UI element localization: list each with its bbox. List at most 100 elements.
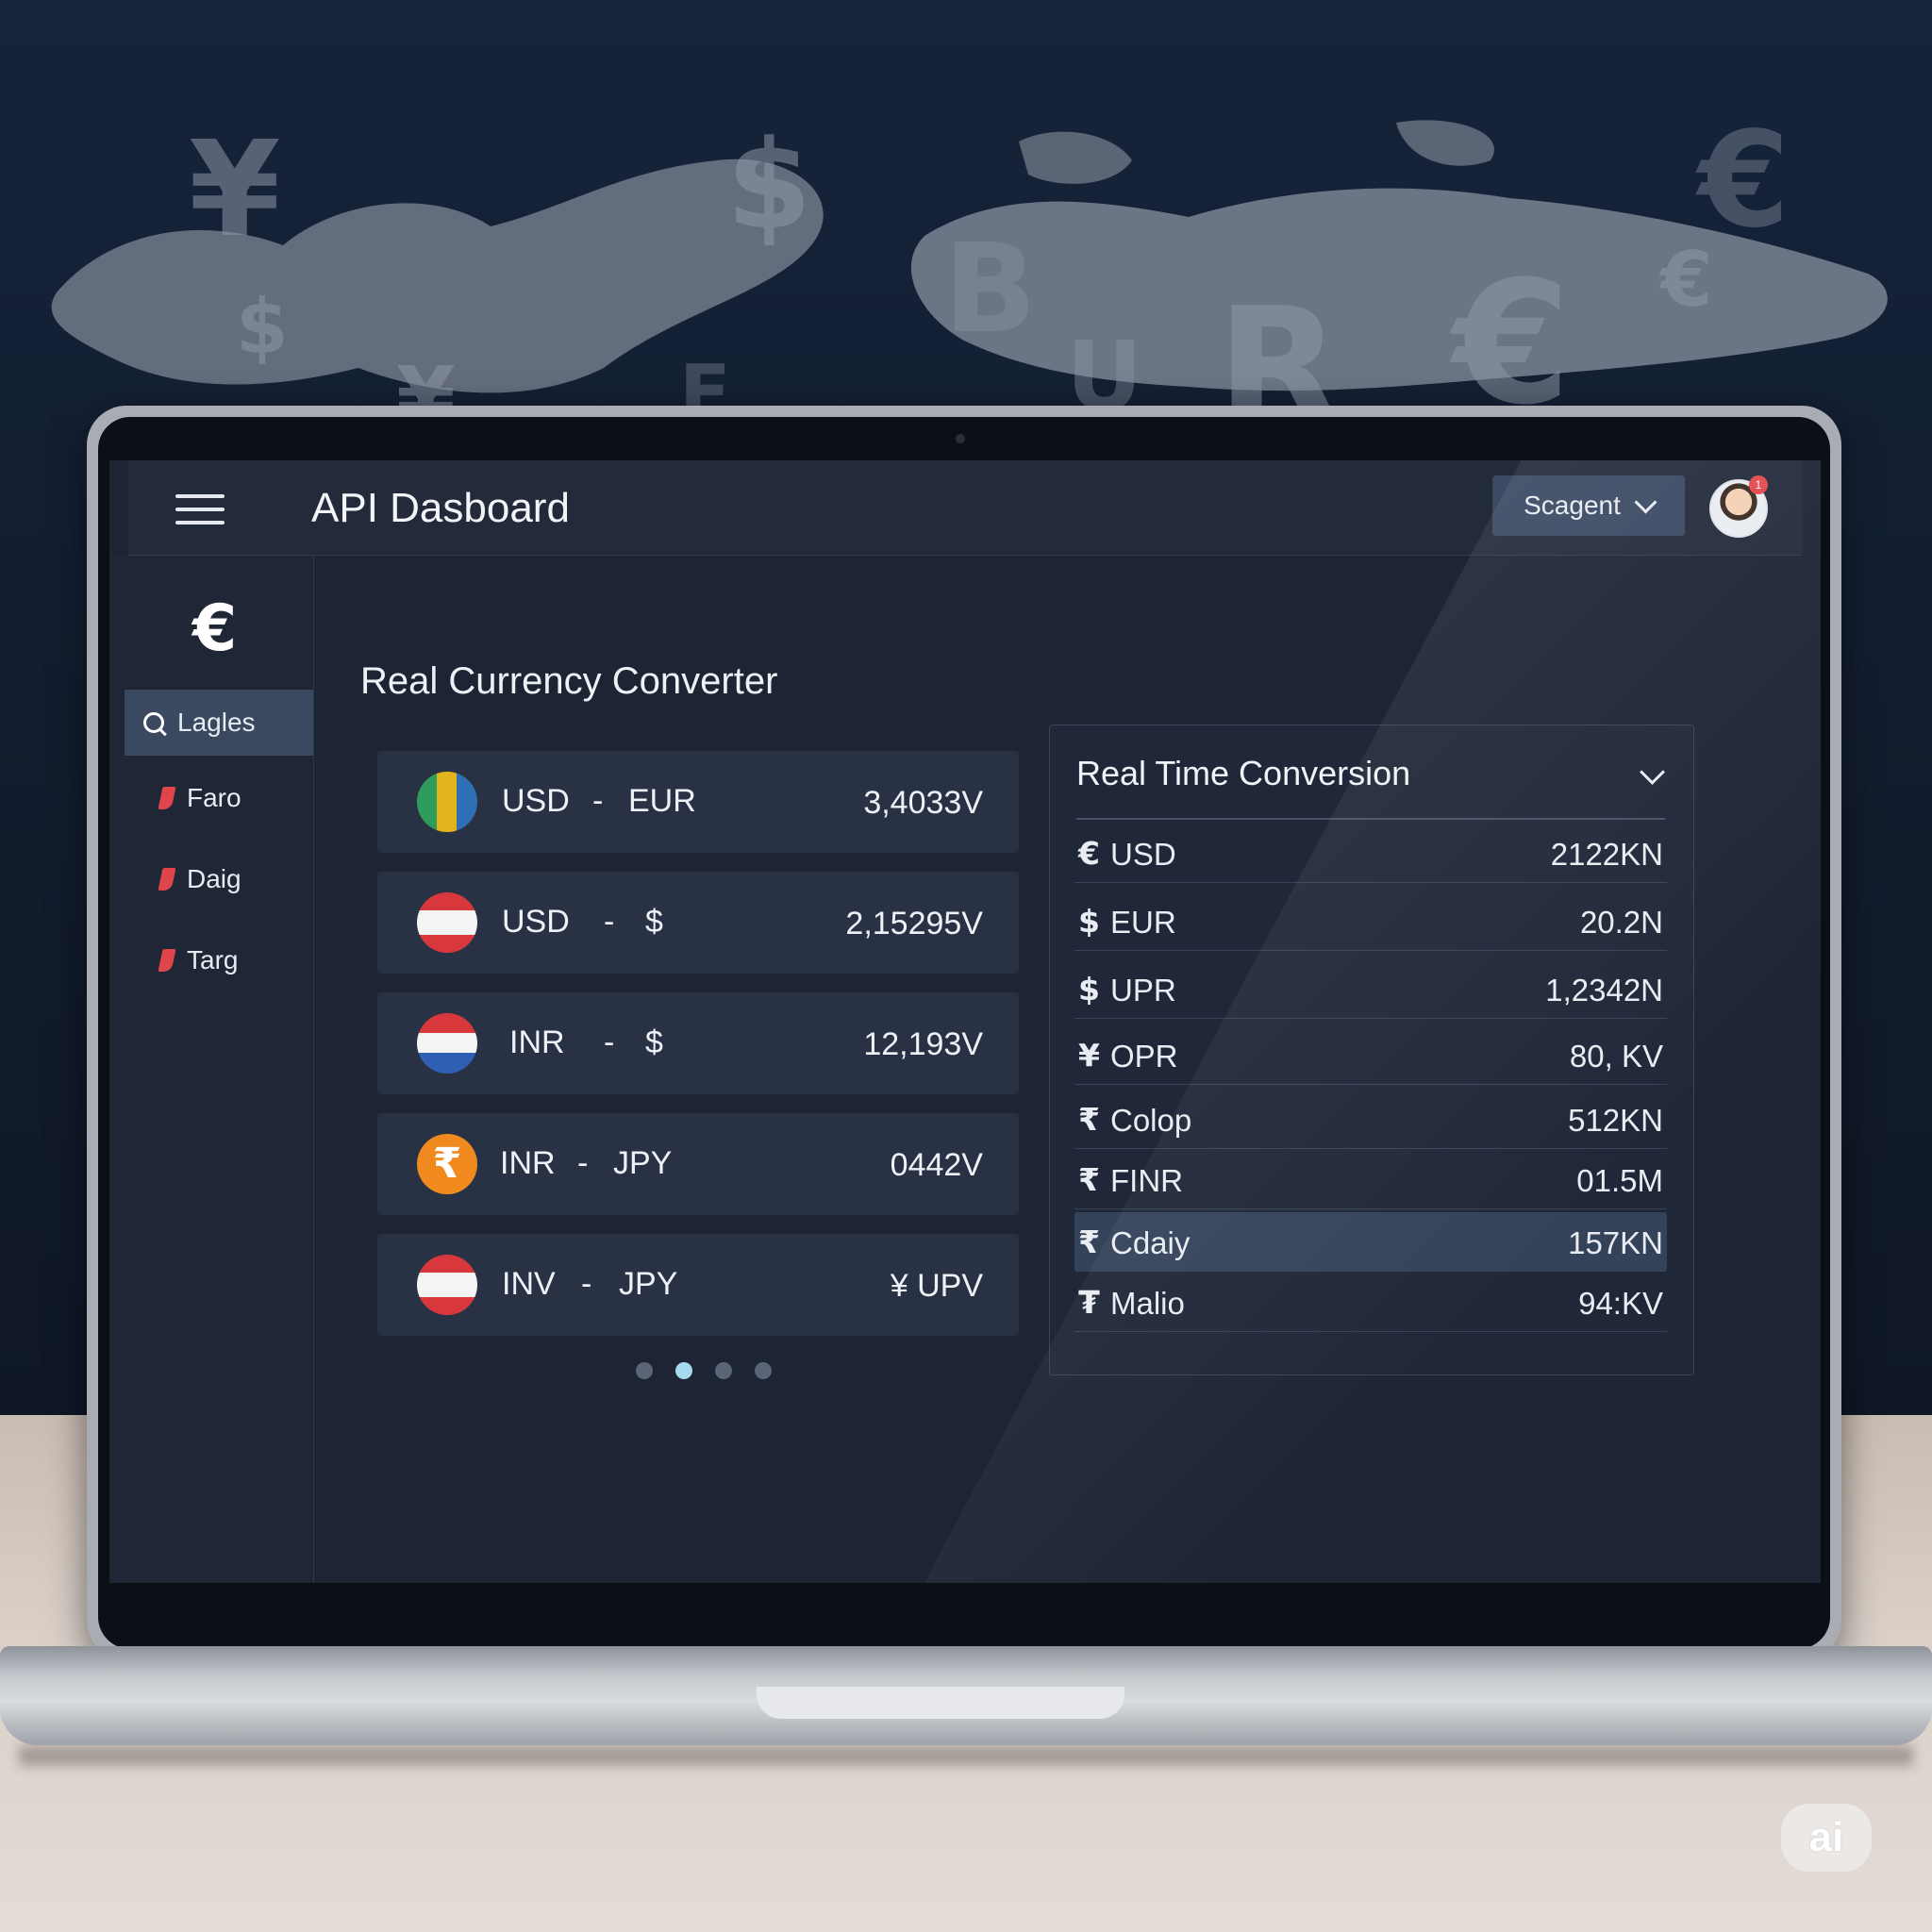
currency-name: USD [1110, 837, 1176, 872]
conversion-row[interactable]: ₹ Colop 512KN [1074, 1090, 1667, 1149]
conversion-row-highlighted[interactable]: ₹ Cdaiy 157KN [1074, 1212, 1667, 1272]
sidebar: € Lagles Faro Daig Targ [109, 556, 314, 1583]
pagination-dot[interactable] [755, 1362, 772, 1379]
realtime-conversion-panel: Real Time Conversion € USD 2122KN $ EUR … [1049, 724, 1694, 1375]
pair-from: USD [502, 783, 570, 819]
currency-symbol-icon: ¥ [1078, 1037, 1100, 1074]
currency-pair-card[interactable]: USD - EUR 3,4033V [377, 751, 1019, 853]
currency-value: 2122KN [1550, 837, 1663, 872]
bookmark-icon [158, 949, 176, 972]
chevron-down-icon[interactable] [1640, 759, 1665, 785]
pair-from: INV [502, 1266, 556, 1302]
currency-symbol-icon: ₹ [1078, 1224, 1100, 1260]
currency-symbol-icon: ₹ [1078, 1101, 1100, 1138]
pair-separator: - [577, 1145, 589, 1181]
currency-value: 80, KV [1569, 1039, 1663, 1074]
currency-name: Colop [1110, 1103, 1192, 1138]
app-title: API Dasboard [311, 485, 570, 531]
bg-currency-glyph: ¥ [189, 113, 281, 267]
bookmark-icon [158, 868, 176, 891]
bg-currency-glyph: $ [726, 113, 812, 257]
chevron-down-icon [1634, 490, 1657, 514]
search-icon [143, 712, 164, 733]
sidebar-item-faro[interactable]: Faro [125, 765, 313, 831]
pair-rate: 0442V [890, 1147, 983, 1183]
currency-name: Malio [1110, 1286, 1185, 1321]
top-bar: API Dasboard Scagent 1 [128, 460, 1802, 556]
pair-to: JPY [613, 1145, 673, 1181]
currency-pair-card[interactable]: USD - $ 2,15295V [377, 872, 1019, 974]
pagination-dot-active[interactable] [675, 1362, 692, 1379]
bg-currency-glyph: B [943, 217, 1038, 360]
pair-separator: - [581, 1266, 592, 1302]
currency-pair-card[interactable]: INV - JPY ¥ UPV [377, 1234, 1019, 1336]
pair-to: $ [645, 904, 663, 940]
currency-value: 1,2342N [1545, 973, 1663, 1008]
flag-icon [417, 1255, 477, 1315]
panel-title: Real Time Conversion [1076, 754, 1411, 792]
currency-symbol-icon: € [1078, 835, 1100, 872]
currency-name: OPR [1110, 1039, 1178, 1074]
bg-currency-glyph: $ [236, 283, 289, 371]
laptop-notch [757, 1687, 1124, 1719]
currency-name: UPR [1110, 973, 1176, 1008]
currency-symbol-icon: ₹ [1078, 1161, 1100, 1198]
pagination-dots [636, 1362, 772, 1379]
rupee-icon: ₹ [417, 1134, 477, 1194]
pair-from: INR [509, 1024, 565, 1060]
pair-separator: - [604, 1024, 615, 1060]
pair-rate: 3,4033V [863, 785, 983, 821]
euro-logo-icon: € [192, 591, 238, 666]
conversion-row[interactable]: € USD 2122KN [1074, 824, 1667, 883]
pair-to: EUR [628, 783, 696, 819]
currency-symbol-icon: $ [1078, 971, 1100, 1008]
pair-to: JPY [619, 1266, 678, 1302]
bg-currency-glyph: € [1660, 236, 1713, 324]
pair-separator: - [592, 783, 604, 819]
conversion-row[interactable]: ¥ OPR 80, KV [1074, 1025, 1667, 1085]
environment-select-label: Scagent [1524, 491, 1621, 520]
pair-from: INR [500, 1145, 556, 1181]
ai-watermark: ai [1781, 1804, 1872, 1872]
currency-symbol-icon: $ [1078, 903, 1100, 940]
currency-value: 94:KV [1578, 1286, 1663, 1321]
sidebar-item-daig[interactable]: Daig [125, 846, 313, 912]
notification-badge: 1 [1749, 475, 1768, 494]
currency-value: 01.5M [1576, 1163, 1663, 1198]
conversion-row[interactable]: $ EUR 20.2N [1074, 891, 1667, 951]
currency-value: 20.2N [1579, 905, 1663, 940]
app-screen: API Dasboard Scagent 1 € Lagles Faro Dai… [109, 460, 1821, 1583]
bookmark-icon [158, 787, 176, 809]
pagination-dot[interactable] [636, 1362, 653, 1379]
pair-separator: - [604, 904, 615, 940]
currency-name: FINR [1110, 1163, 1183, 1198]
sidebar-item-label: Targ [187, 945, 239, 974]
webcam [956, 434, 965, 443]
currency-pair-card[interactable]: INR - $ 12,193V [377, 992, 1019, 1094]
currency-value: 157KN [1568, 1225, 1663, 1260]
pair-from: USD [502, 904, 570, 940]
conversion-row[interactable]: $ UPR 1,2342N [1074, 959, 1667, 1019]
page-title: Real Currency Converter [360, 660, 778, 702]
pair-rate: 12,193V [863, 1026, 983, 1062]
flag-icon [417, 892, 477, 953]
currency-value: 512KN [1568, 1103, 1663, 1138]
sidebar-item-label: Lagles [177, 708, 256, 737]
currency-pair-card[interactable]: ₹ INR - JPY 0442V [377, 1113, 1019, 1215]
currency-name: EUR [1110, 905, 1176, 940]
conversion-row[interactable]: ₮ Malio 94:KV [1074, 1273, 1667, 1332]
sidebar-item-label: Faro [187, 783, 242, 812]
bg-currency-glyph: € [1698, 104, 1790, 258]
laptop-shadow [19, 1745, 1913, 1766]
conversion-row[interactable]: ₹ FINR 01.5M [1074, 1150, 1667, 1209]
environment-select[interactable]: Scagent [1492, 475, 1685, 536]
currency-symbol-icon: ₮ [1078, 1284, 1100, 1321]
pair-rate: ¥ UPV [890, 1268, 983, 1304]
pagination-dot[interactable] [715, 1362, 732, 1379]
sidebar-item-lagles[interactable]: Lagles [125, 690, 313, 756]
sidebar-item-targ[interactable]: Targ [125, 927, 313, 993]
flag-icon [417, 772, 477, 832]
menu-icon[interactable] [175, 494, 225, 525]
pair-rate: 2,15295V [845, 906, 983, 941]
divider [1076, 818, 1665, 820]
